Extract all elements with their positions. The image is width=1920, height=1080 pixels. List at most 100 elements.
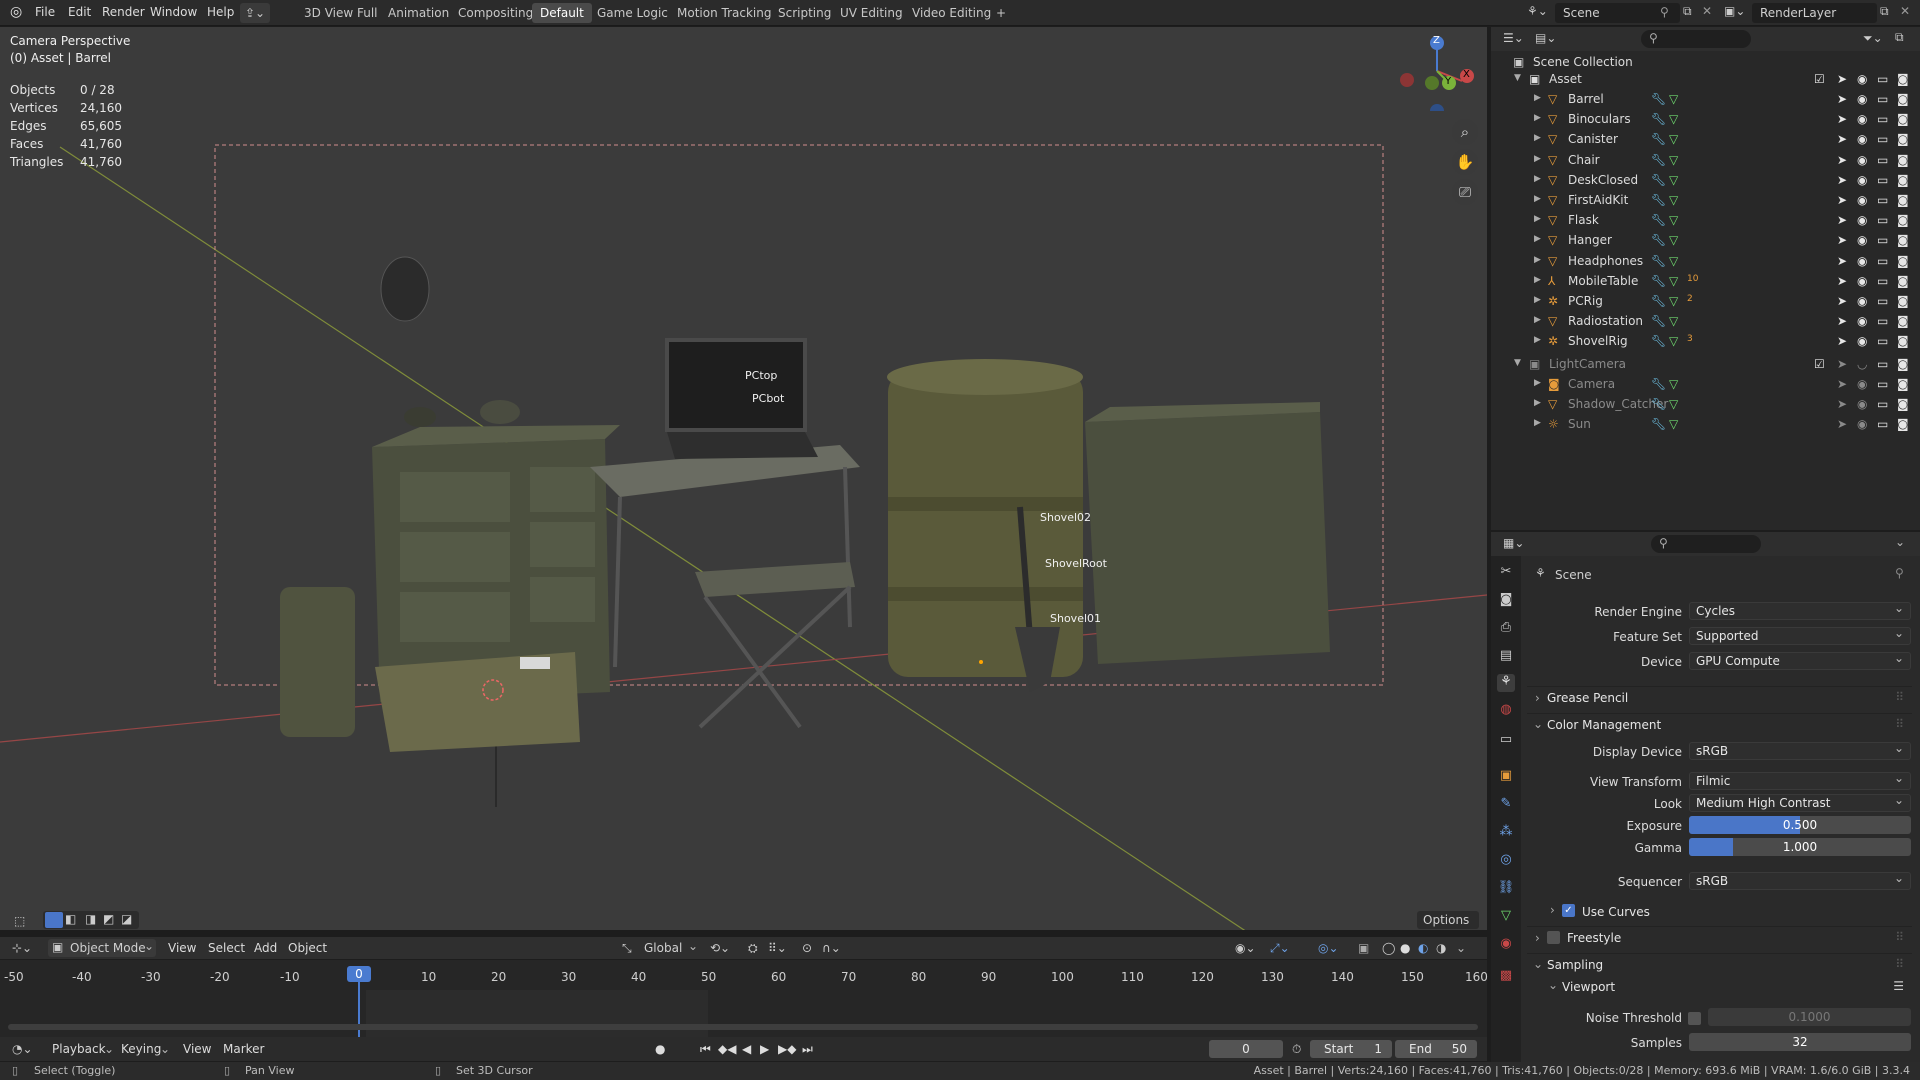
render-camera-icon[interactable]: ◙ bbox=[1897, 72, 1909, 86]
expand-toggle-icon[interactable]: ▶ bbox=[1534, 378, 1541, 388]
selectable-icon[interactable]: ➤ bbox=[1837, 112, 1847, 126]
tree-row-object[interactable]: ▶ ◙ Camera 🔧︎ ▽ ➤ ◉ ▭ ◙ bbox=[1491, 375, 1920, 395]
current-frame-indicator[interactable]: 0 bbox=[347, 966, 371, 982]
tab-motion-tracking[interactable]: Motion Tracking bbox=[669, 3, 779, 23]
prev-keyframe-icon[interactable]: ◆◀ bbox=[718, 1042, 736, 1056]
material-shading-icon[interactable]: ◐ bbox=[1418, 941, 1428, 955]
noise-threshold-checkbox[interactable] bbox=[1688, 1012, 1701, 1025]
expand-toggle-icon[interactable]: ▶ bbox=[1534, 133, 1541, 143]
overlays-icon[interactable]: ◎⌄ bbox=[1318, 941, 1339, 955]
checkbox-icon[interactable]: ☑ bbox=[1814, 72, 1825, 86]
filter-icon[interactable]: ⏷⌄ bbox=[1863, 31, 1883, 46]
scene-icon[interactable]: ⚘⌄ bbox=[1527, 4, 1548, 18]
selectable-icon[interactable]: ➤ bbox=[1837, 92, 1847, 106]
eye-icon[interactable]: ◉ bbox=[1857, 254, 1867, 268]
navigation-gizmo[interactable]: Z Y X bbox=[1397, 31, 1477, 118]
expand-toggle-icon[interactable]: ▶ bbox=[1534, 295, 1541, 305]
modifier-wrench-icon[interactable]: 🔧︎ bbox=[1651, 294, 1666, 308]
viewport-visibility-icon[interactable]: ▭ bbox=[1877, 193, 1888, 207]
viewport-visibility-icon[interactable]: ▭ bbox=[1877, 72, 1888, 86]
render-camera-icon[interactable]: ◙ bbox=[1897, 314, 1909, 328]
shading-options-icon[interactable]: ⌄ bbox=[1456, 941, 1466, 955]
pin-icon[interactable]: ⚲ bbox=[1895, 566, 1904, 580]
view-layer-icon[interactable]: ▣⌄ bbox=[1724, 4, 1745, 18]
drag-handle-icon[interactable]: ⠿ bbox=[1895, 690, 1904, 704]
falloff-icon[interactable]: ∩⌄ bbox=[822, 941, 841, 955]
selectable-icon[interactable]: ➤ bbox=[1837, 132, 1847, 146]
viewport-visibility-icon[interactable]: ▭ bbox=[1877, 377, 1888, 391]
mesh-data-icon[interactable]: ▽ bbox=[1669, 233, 1678, 247]
world-tab-icon[interactable]: ◍ bbox=[1497, 702, 1515, 720]
modifier-wrench-icon[interactable]: 🔧︎ bbox=[1651, 397, 1666, 411]
selectable-icon[interactable]: ➤ bbox=[1837, 213, 1847, 227]
selectable-icon[interactable]: ➤ bbox=[1837, 173, 1847, 187]
jump-start-icon[interactable]: ⏮ bbox=[700, 1042, 711, 1057]
look-dropdown[interactable]: Medium High Contrast bbox=[1689, 792, 1911, 812]
expand-toggle-icon[interactable]: ▶ bbox=[1534, 335, 1541, 345]
add-workspace-button[interactable]: + bbox=[988, 3, 1014, 23]
next-keyframe-icon[interactable]: ▶◆ bbox=[778, 1042, 796, 1056]
viewport-visibility-icon[interactable]: ▭ bbox=[1877, 153, 1888, 167]
expand-toggle-icon[interactable]: ▶ bbox=[1534, 194, 1541, 204]
tree-row-object[interactable]: ▶ ▽ Flask 🔧︎ ▽ ➤ ◉ ▭ ◙ bbox=[1491, 211, 1920, 231]
mesh-data-icon[interactable]: ▽ bbox=[1669, 173, 1678, 187]
render-engine-dropdown[interactable]: Cycles bbox=[1689, 600, 1911, 620]
tree-row-object[interactable]: ▶ ⅄ MobileTable 🔧︎ ▽ 10 ➤ ◉ ▭ ◙ bbox=[1491, 272, 1920, 292]
select-subtract-icon[interactable]: ◨ bbox=[85, 912, 96, 926]
tree-row-object[interactable]: ▶ ✲ ShovelRig 🔧︎ ▽ 3 ➤ ◉ ▭ ◙ bbox=[1491, 332, 1920, 352]
modifier-wrench-icon[interactable]: 🔧︎ bbox=[1651, 153, 1666, 167]
eye-hidden-icon[interactable]: ◡ bbox=[1857, 357, 1867, 371]
tree-row-object[interactable]: ▶ ▽ Canister 🔧︎ ▽ ➤ ◉ ▭ ◙ bbox=[1491, 130, 1920, 150]
editor-type-icon[interactable]: ⊹⌄ bbox=[12, 941, 32, 955]
mesh-data-icon[interactable]: ▽ bbox=[1669, 314, 1678, 328]
mesh-data-icon[interactable]: ▽ bbox=[1669, 193, 1678, 207]
selectable-icon[interactable]: ➤ bbox=[1837, 334, 1847, 348]
snap-icon[interactable]: ⛭ bbox=[748, 941, 758, 956]
freestyle-checkbox[interactable] bbox=[1547, 931, 1560, 944]
data-tab-icon[interactable]: ▽ bbox=[1497, 908, 1515, 926]
end-frame-field[interactable]: End 50 bbox=[1395, 1040, 1477, 1058]
pivot-icon[interactable]: ⟲⌄ bbox=[710, 941, 730, 955]
menu-edit[interactable]: Edit bbox=[68, 5, 91, 19]
viewport-visibility-icon[interactable]: ▭ bbox=[1877, 173, 1888, 187]
render-camera-icon[interactable]: ◙ bbox=[1897, 173, 1909, 187]
expand-toggle-icon[interactable]: ▶ bbox=[1534, 234, 1541, 244]
selectable-icon[interactable]: ➤ bbox=[1837, 357, 1847, 371]
drag-handle-icon[interactable]: ⠿ bbox=[1895, 717, 1904, 731]
delete-view-layer-icon[interactable]: ✕ bbox=[1900, 4, 1910, 18]
solid-shading-icon[interactable]: ● bbox=[1400, 941, 1410, 955]
render-camera-icon[interactable]: ◙ bbox=[1897, 153, 1909, 167]
menu-window[interactable]: Window bbox=[150, 5, 197, 19]
chevron-down-icon[interactable]: ⌄ bbox=[1895, 535, 1905, 549]
selectable-icon[interactable]: ➤ bbox=[1837, 397, 1847, 411]
modifier-wrench-icon[interactable]: 🔧︎ bbox=[1651, 132, 1666, 146]
menu-object[interactable]: Object bbox=[288, 941, 327, 955]
render-camera-icon[interactable]: ◙ bbox=[1897, 254, 1909, 268]
pin-icon[interactable]: ⚲ bbox=[1660, 5, 1669, 19]
tree-row-object[interactable]: ▶ ▽ Chair 🔧︎ ▽ ➤ ◉ ▭ ◙ bbox=[1491, 151, 1920, 171]
expand-toggle-icon[interactable]: ▶ bbox=[1534, 418, 1541, 428]
render-camera-icon[interactable]: ◙ bbox=[1897, 132, 1909, 146]
mesh-data-icon[interactable]: ▽ bbox=[1669, 213, 1678, 227]
clock-editor-icon[interactable]: ◔⌄ bbox=[12, 1042, 33, 1056]
modifier-wrench-icon[interactable]: 🔧︎ bbox=[1651, 112, 1666, 126]
eye-icon[interactable]: ◉ bbox=[1857, 193, 1867, 207]
mesh-data-icon[interactable]: ▽ bbox=[1669, 397, 1678, 411]
feature-set-dropdown[interactable]: Supported bbox=[1689, 625, 1911, 645]
modifier-wrench-icon[interactable]: 🔧︎ bbox=[1651, 314, 1666, 328]
new-view-layer-icon[interactable]: ⧉ bbox=[1880, 4, 1889, 19]
selectable-icon[interactable]: ➤ bbox=[1837, 377, 1847, 391]
render-camera-icon[interactable]: ◙ bbox=[1897, 112, 1909, 126]
panel-sampling[interactable]: ⌄ Sampling ⠿ bbox=[1527, 953, 1912, 975]
eye-icon[interactable]: ◉ bbox=[1857, 72, 1867, 86]
tree-row-collection-lightcamera[interactable]: ▼ ▣ LightCamera ☑ ➤ ◡ ▭ ◙ bbox=[1491, 355, 1920, 375]
select-intersect-icon[interactable]: ◪ bbox=[121, 912, 132, 926]
snap-target-icon[interactable]: ⠿⌄ bbox=[768, 941, 787, 955]
viewport-visibility-icon[interactable]: ▭ bbox=[1877, 397, 1888, 411]
outliner-editor-icon[interactable]: ☰⌄ bbox=[1503, 31, 1524, 45]
menu-view[interactable]: View bbox=[183, 1042, 211, 1056]
selectable-icon[interactable]: ➤ bbox=[1837, 274, 1847, 288]
render-camera-icon[interactable]: ◙ bbox=[1897, 357, 1909, 371]
render-camera-icon[interactable]: ◙ bbox=[1897, 233, 1909, 247]
display-mode-icon[interactable]: ▤⌄ bbox=[1535, 31, 1556, 45]
